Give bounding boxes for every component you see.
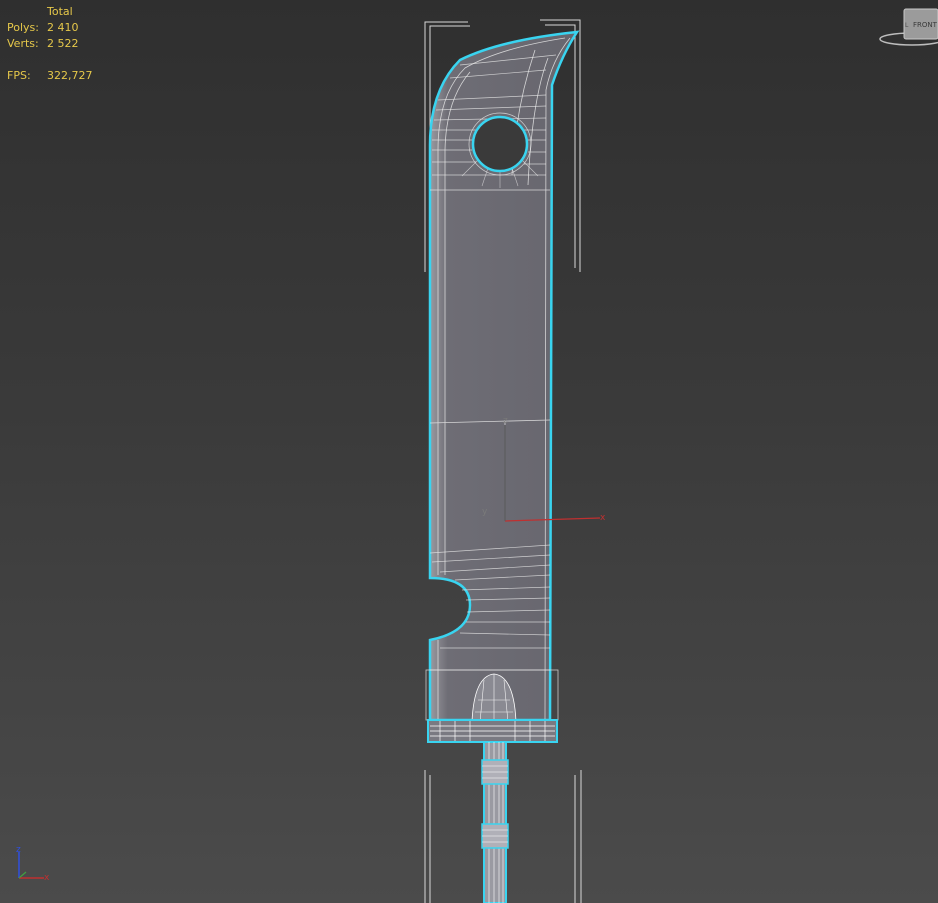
viewcube[interactable]: FRONT L	[879, 8, 938, 46]
gizmo-x-label: x	[600, 513, 606, 523]
gizmo-z-label: z	[503, 416, 508, 426]
gizmo-y-label: y	[482, 507, 488, 517]
viewcube-front-label: FRONT	[913, 21, 938, 29]
axis-tripod: x z	[16, 845, 50, 883]
handle-mesh[interactable]	[481, 741, 509, 903]
tripod-z-label: z	[16, 845, 21, 855]
viewport-front[interactable]: Total Polys: 2 410 Verts: 2 522 FPS: 322…	[0, 0, 938, 903]
blade-mesh[interactable]	[428, 30, 580, 722]
tripod-x-label: x	[44, 873, 50, 883]
scene: x y z x z FRONT L	[16, 8, 938, 903]
